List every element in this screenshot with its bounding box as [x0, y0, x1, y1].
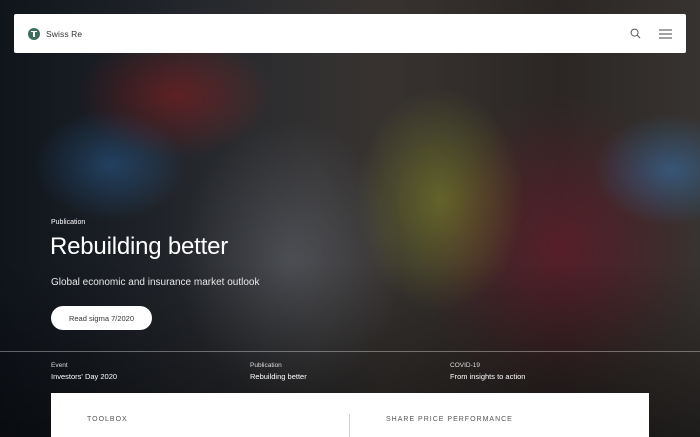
hero-eyebrow: Publication	[51, 219, 86, 226]
panel-divider	[349, 414, 350, 437]
teaser-title: Investors' Day 2020	[51, 372, 118, 381]
search-icon[interactable]	[628, 27, 642, 41]
teaser-title: From insights to action	[450, 372, 526, 381]
teaser-title: Rebuilding better	[250, 372, 307, 381]
hero-subtitle: Global economic and insurance market out…	[51, 277, 260, 288]
teaser-category: COVID-19	[450, 362, 480, 369]
teaser-investors-day[interactable]: Event Investors' Day 2020	[51, 362, 117, 381]
brand-logo-link[interactable]: Swiss Re	[28, 27, 83, 40]
teaser-category: Event	[51, 362, 68, 369]
hamburger-menu-icon[interactable]	[658, 27, 672, 41]
swiss-re-logo-icon	[28, 27, 40, 40]
hero-title: Rebuilding better	[50, 233, 229, 260]
teaser-rebuilding-better[interactable]: Publication Rebuilding better	[250, 362, 307, 381]
share-price-heading: SHARE PRICE PERFORMANCE	[386, 416, 513, 423]
teaser-category: Publication	[250, 362, 282, 369]
read-sigma-button[interactable]: Read sigma 7/2020	[51, 306, 152, 330]
header-tools	[628, 27, 672, 41]
site-header: Swiss Re	[14, 14, 686, 53]
info-panel: TOOLBOX SHARE PRICE PERFORMANCE	[51, 393, 649, 437]
brand-name: Swiss Re	[46, 28, 83, 39]
toolbox-heading: TOOLBOX	[87, 416, 128, 423]
teaser-covid-19[interactable]: COVID-19 From insights to action	[450, 362, 525, 381]
teaser-divider	[0, 351, 700, 352]
